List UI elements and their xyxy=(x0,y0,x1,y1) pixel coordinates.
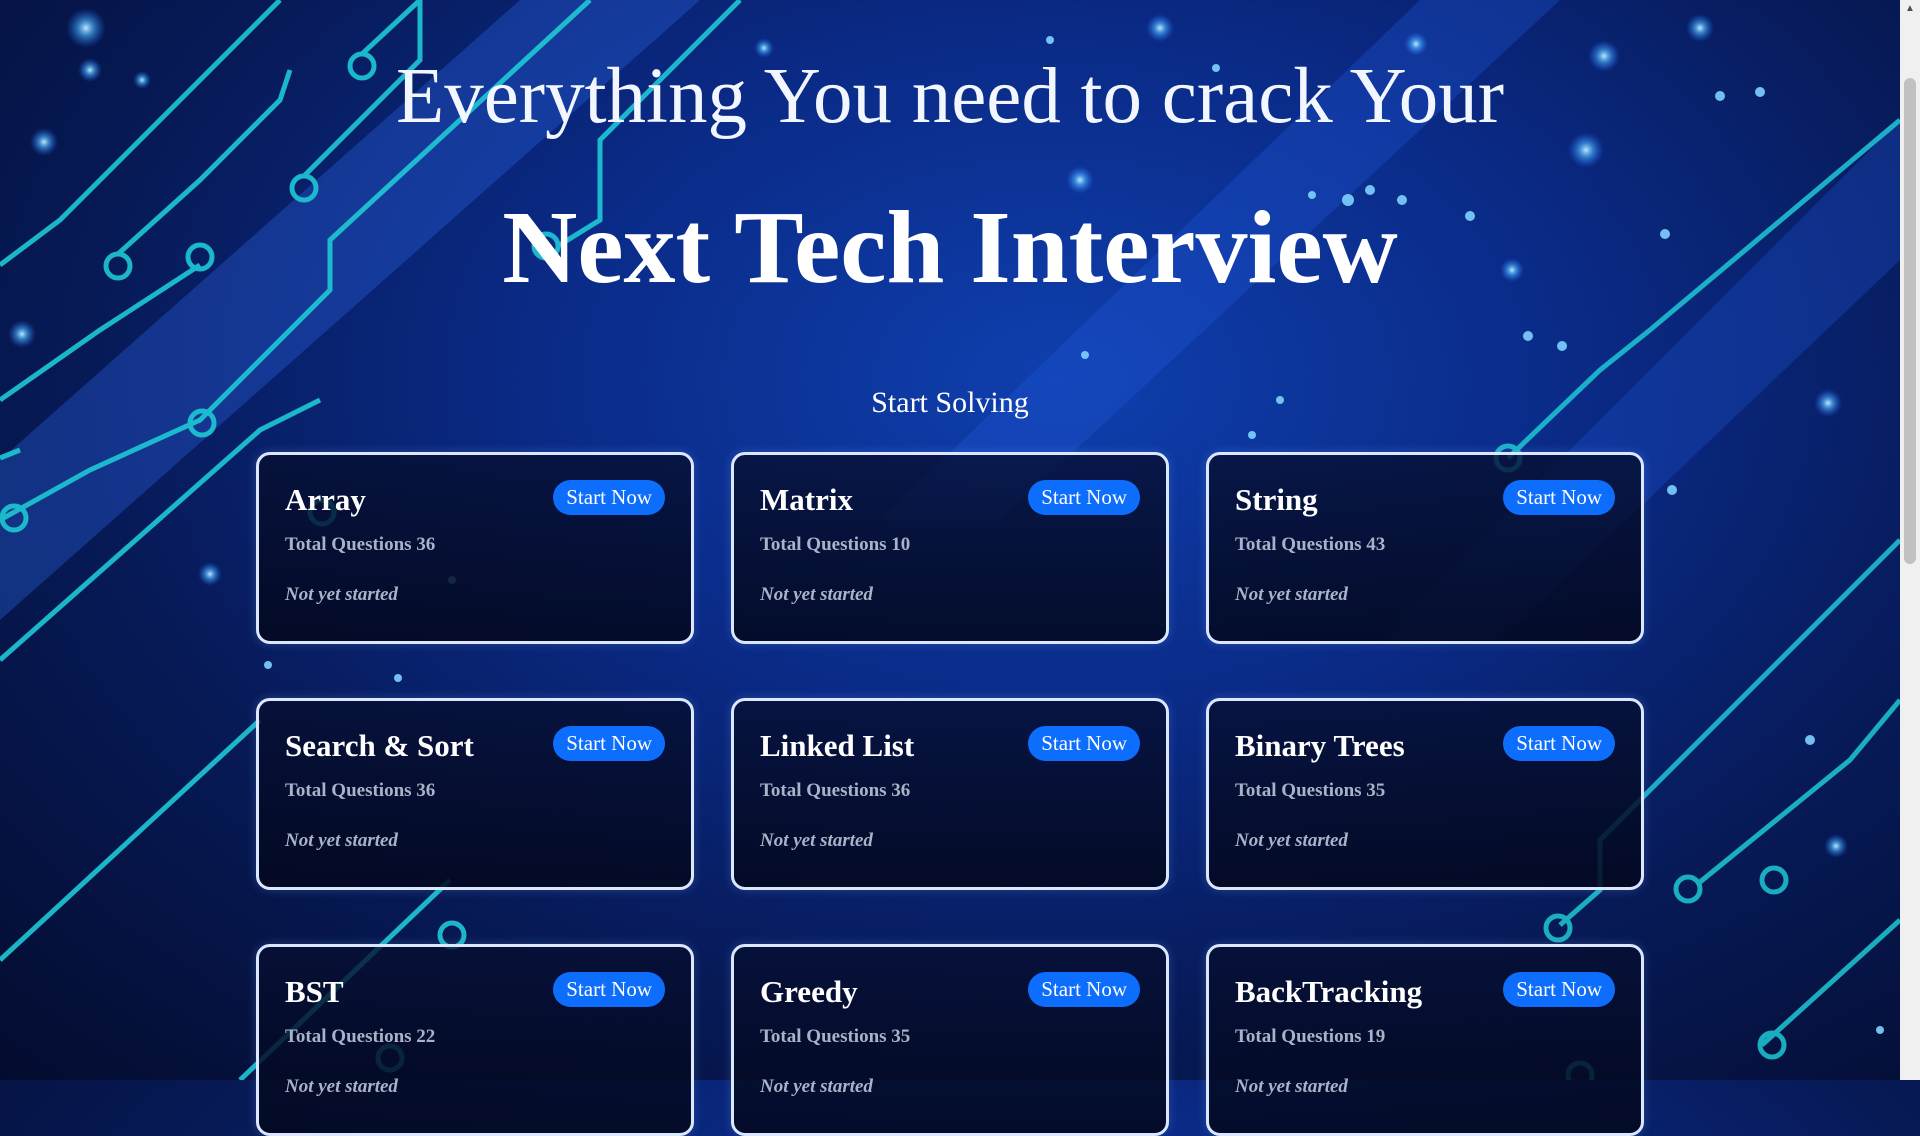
card-title: Search & Sort xyxy=(285,728,474,763)
card-question-count: Total Questions 36 xyxy=(760,780,911,801)
card-status: Not yet started xyxy=(1235,584,1348,605)
card-status: Not yet started xyxy=(760,1076,873,1097)
topic-card-search-sort: Search & Sort Start Now Total Questions … xyxy=(256,698,694,890)
card-question-count: Total Questions 43 xyxy=(1235,534,1386,555)
vertical-scrollbar[interactable]: ▲ xyxy=(1900,0,1920,1080)
card-status: Not yet started xyxy=(285,584,398,605)
topic-card-array: Array Start Now Total Questions 36 Not y… xyxy=(256,452,694,644)
card-title: Matrix xyxy=(760,482,853,517)
card-question-count: Total Questions 22 xyxy=(285,1026,436,1047)
card-title: BST xyxy=(285,974,344,1009)
start-now-button[interactable]: Start Now xyxy=(553,480,665,515)
hero-heading-line2: Next Tech Interview xyxy=(502,190,1398,305)
hero-heading-line1: Everything You need to crack Your xyxy=(395,53,1505,140)
topic-card-backtracking: BackTracking Start Now Total Questions 1… xyxy=(1206,944,1644,1136)
start-now-button[interactable]: Start Now xyxy=(1028,726,1140,761)
card-question-count: Total Questions 19 xyxy=(1235,1026,1386,1047)
start-now-button[interactable]: Start Now xyxy=(553,972,665,1007)
card-title: Array xyxy=(285,482,366,517)
page: Everything You need to crack Your Next T… xyxy=(0,0,1900,1136)
card-status: Not yet started xyxy=(760,830,873,851)
card-status: Not yet started xyxy=(1235,830,1348,851)
card-status: Not yet started xyxy=(760,584,873,605)
topic-card-bst: BST Start Now Total Questions 22 Not yet… xyxy=(256,944,694,1136)
card-question-count: Total Questions 10 xyxy=(760,534,911,555)
card-status: Not yet started xyxy=(285,1076,398,1097)
card-question-count: Total Questions 36 xyxy=(285,780,436,801)
topic-card-string: String Start Now Total Questions 43 Not … xyxy=(1206,452,1644,644)
scrollbar-thumb[interactable] xyxy=(1904,78,1916,564)
start-now-button[interactable]: Start Now xyxy=(1028,972,1140,1007)
topic-card-grid: Array Start Now Total Questions 36 Not y… xyxy=(256,452,1644,1136)
topic-card-linked-list: Linked List Start Now Total Questions 36… xyxy=(731,698,1169,890)
card-title: Linked List xyxy=(760,728,915,763)
card-question-count: Total Questions 35 xyxy=(760,1026,911,1047)
card-title: Binary Trees xyxy=(1235,728,1405,763)
card-question-count: Total Questions 36 xyxy=(285,534,436,555)
triangle-up-icon[interactable]: ▲ xyxy=(1900,0,1920,17)
card-title: Greedy xyxy=(760,974,858,1009)
card-status: Not yet started xyxy=(285,830,398,851)
topic-card-binary-trees: Binary Trees Start Now Total Questions 3… xyxy=(1206,698,1644,890)
card-status: Not yet started xyxy=(1235,1076,1348,1097)
card-title: String xyxy=(1235,482,1318,517)
start-now-button[interactable]: Start Now xyxy=(1503,480,1615,515)
card-question-count: Total Questions 35 xyxy=(1235,780,1386,801)
start-now-button[interactable]: Start Now xyxy=(553,726,665,761)
section-title: Start Solving xyxy=(871,386,1029,419)
start-now-button[interactable]: Start Now xyxy=(1503,726,1615,761)
start-now-button[interactable]: Start Now xyxy=(1503,972,1615,1007)
topic-card-matrix: Matrix Start Now Total Questions 10 Not … xyxy=(731,452,1169,644)
topic-card-greedy: Greedy Start Now Total Questions 35 Not … xyxy=(731,944,1169,1136)
card-title: BackTracking xyxy=(1235,974,1423,1009)
start-now-button[interactable]: Start Now xyxy=(1028,480,1140,515)
